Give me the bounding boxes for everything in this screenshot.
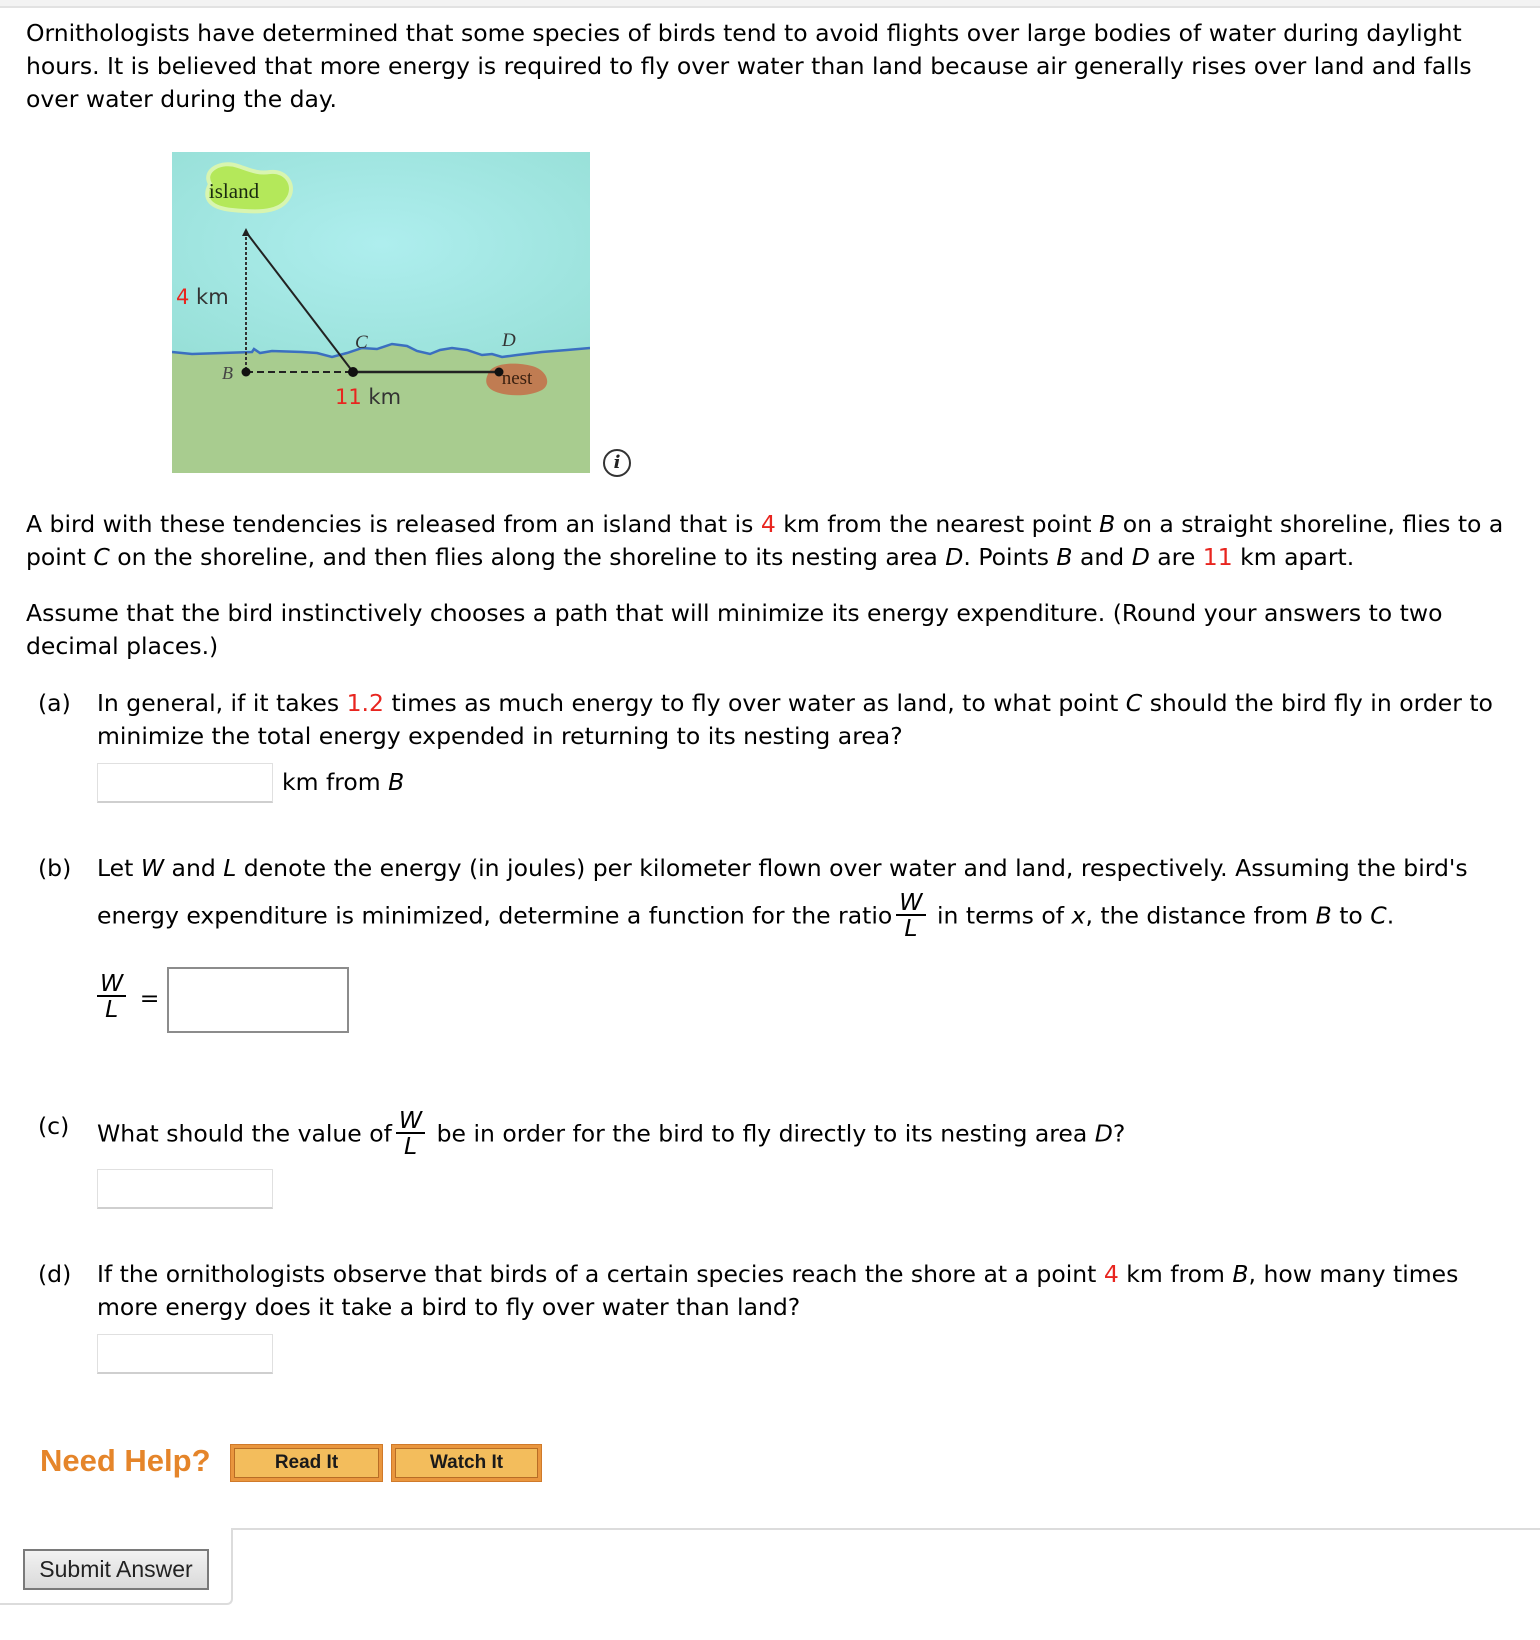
part-a-label: (a) xyxy=(38,689,71,717)
part-a-answer-input[interactable] xyxy=(97,763,273,803)
var-b: B xyxy=(1315,901,1332,930)
var-b: B xyxy=(1099,510,1116,538)
horizontal-distance-label: 11 km xyxy=(335,385,401,409)
var-b: B xyxy=(1232,1260,1249,1288)
watch-it-label: Watch It xyxy=(395,1448,538,1478)
intro-paragraph: Ornithologists have determined that some… xyxy=(26,19,1472,113)
text: and xyxy=(1072,543,1132,571)
vertical-distance-value: 4 xyxy=(176,285,189,309)
equals-sign: = xyxy=(139,984,160,1012)
part-c: (c) What should the value of W L be in ord… xyxy=(38,1108,1518,1170)
var-c: C xyxy=(1370,901,1387,930)
vertical-distance-label: 4 km xyxy=(176,285,229,309)
var-x: x xyxy=(1071,901,1086,930)
ratio-fraction: WL xyxy=(97,971,127,1023)
point-c-label: C xyxy=(355,332,368,353)
fraction-numerator: W xyxy=(395,1108,426,1134)
read-it-button[interactable]: Read It xyxy=(230,1444,383,1482)
part-a: (a) In general, if it takes 1.2 times as… xyxy=(38,687,1518,757)
text: to xyxy=(1331,901,1371,930)
var-b: B xyxy=(1056,543,1073,571)
ratio-fraction: WL xyxy=(896,890,926,942)
part-a-question: In general, if it takes 1.2 times as muc… xyxy=(97,687,1518,753)
var-b: B xyxy=(388,768,405,796)
text: be in order for the bird to fly directly… xyxy=(429,1119,1095,1148)
text: km from xyxy=(1118,1260,1233,1288)
var-d: D xyxy=(1094,1119,1113,1148)
text: . xyxy=(1386,901,1395,930)
text: If the ornithologists observe that birds… xyxy=(97,1260,1104,1288)
text: km from the nearest point xyxy=(775,510,1100,538)
shore-distance-value: 4 xyxy=(1103,1260,1119,1288)
text: ? xyxy=(1112,1119,1126,1148)
part-d-answer-input[interactable] xyxy=(97,1334,273,1374)
vertical-distance-unit: km xyxy=(189,285,228,309)
island-label: island xyxy=(209,179,260,203)
part-b: (b) Let W and L denote the energy (in jo… xyxy=(38,852,1518,942)
text: In general, if it takes xyxy=(97,689,347,717)
fraction-denominator: L xyxy=(105,995,119,1023)
point-c-dot xyxy=(348,367,358,377)
submit-answer-button[interactable]: Submit Answer xyxy=(23,1549,209,1590)
horizontal-distance-value: 11 xyxy=(335,385,362,409)
point-d-label: D xyxy=(501,330,516,351)
part-c-question: What should the value of W L be in order f… xyxy=(97,1108,1518,1160)
part-c-label: (c) xyxy=(38,1112,70,1140)
top-border xyxy=(0,0,1540,8)
text: , the distance from xyxy=(1085,901,1316,930)
part-b-question: Let W and L denote the energy (in joules… xyxy=(97,845,1518,942)
text: What should the value of xyxy=(97,1119,392,1148)
ratio-fraction: WL xyxy=(395,1108,426,1160)
var-w: W xyxy=(140,854,165,882)
point-d-dot xyxy=(494,367,504,377)
part-c-answer-input[interactable] xyxy=(97,1169,273,1209)
var-c: C xyxy=(1125,689,1143,717)
fraction-numerator: W xyxy=(97,971,127,997)
point-b-dot xyxy=(241,367,251,377)
text: km apart. xyxy=(1232,543,1355,571)
text: Let xyxy=(97,854,141,882)
text: km from xyxy=(282,768,389,796)
horizontal-distance-unit: km xyxy=(362,385,401,409)
instructions-paragraph: Assume that the bird instinctively choos… xyxy=(26,599,1443,660)
text: times as much energy to fly over water a… xyxy=(383,689,1126,717)
part-d-label: (d) xyxy=(38,1260,72,1288)
text: are xyxy=(1149,543,1203,571)
var-l: L xyxy=(223,854,237,882)
var-c: C xyxy=(93,543,110,571)
energy-ratio-value: 1.2 xyxy=(346,689,384,717)
island-distance-value: 4 xyxy=(760,510,776,538)
part-d: (d) If the ornithologists observe that b… xyxy=(38,1258,1518,1328)
problem-paragraph: A bird with these tendencies is released… xyxy=(26,508,1516,574)
text: on the shoreline, and then flies along t… xyxy=(109,543,946,571)
var-d: D xyxy=(1131,543,1150,571)
fraction-numerator: W xyxy=(896,890,926,916)
shoreline-diagram: island nest B C D 4 km 11 km xyxy=(172,152,590,473)
text: and xyxy=(164,854,224,882)
point-b-label: B xyxy=(222,363,233,383)
nest-label: nest xyxy=(502,368,533,389)
var-d: D xyxy=(945,543,964,571)
fraction-denominator: L xyxy=(403,1132,418,1160)
text: in terms of xyxy=(929,901,1072,930)
watch-it-button[interactable]: Watch It xyxy=(391,1444,542,1482)
bd-distance-value: 11 xyxy=(1202,543,1233,571)
part-a-unit: km from B xyxy=(282,766,404,799)
part-b-label: (b) xyxy=(38,854,72,882)
text: A bird with these tendencies is released… xyxy=(26,510,761,538)
info-icon[interactable]: i xyxy=(603,449,631,477)
need-help-label: Need Help? xyxy=(40,1443,211,1478)
part-b-lhs: WL = xyxy=(97,971,160,1023)
text: . Points xyxy=(963,543,1057,571)
fraction-denominator: L xyxy=(904,914,918,942)
part-b-answer-input[interactable] xyxy=(167,967,349,1033)
read-it-label: Read It xyxy=(234,1448,379,1478)
part-d-question: If the ornithologists observe that birds… xyxy=(97,1258,1518,1324)
